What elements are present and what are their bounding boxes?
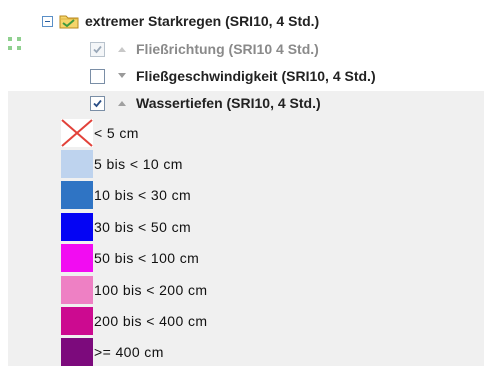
drag-handle-icon[interactable] (8, 37, 22, 51)
legend-label: 100 bis < 200 cm (94, 282, 208, 298)
color-swatch (61, 150, 93, 178)
collapse-minus-icon[interactable] (42, 15, 53, 27)
layer-label: Wassertiefen (SRI10, 4 Std.) (136, 95, 321, 111)
color-swatch (61, 213, 93, 241)
color-swatch (61, 338, 93, 366)
legend-item: 30 bis < 50 cm (61, 213, 191, 241)
color-swatch (61, 307, 93, 335)
layer-group-node[interactable]: extremer Starkregen (SRI10, 4 Std.) (42, 11, 319, 31)
folder-icon (59, 15, 79, 29)
legend-label: < 5 cm (94, 125, 139, 141)
layer-tree-panel: extremer Starkregen (SRI10, 4 Std.) Flie… (0, 0, 487, 366)
layer-checkbox[interactable] (90, 68, 105, 84)
legend-item: 50 bis < 100 cm (61, 244, 199, 272)
legend-label: 200 bis < 400 cm (94, 313, 208, 329)
layer-label: Fließgeschwindigkeit (SRI10, 4 Std.) (136, 68, 376, 84)
legend-label: 30 bis < 50 cm (94, 219, 192, 235)
legend-label: >= 400 cm (94, 344, 164, 360)
color-swatch (61, 244, 93, 272)
layer-label: Fließrichtung (SRI10 4 Std.) (136, 41, 319, 57)
legend-label: 10 bis < 30 cm (94, 187, 192, 203)
no-fill-x-icon (61, 119, 93, 147)
layer-item-fliessrichtung[interactable]: Fließrichtung (SRI10 4 Std.) (90, 39, 319, 59)
legend-item: < 5 cm (61, 119, 139, 147)
layer-item-wassertiefen[interactable]: Wassertiefen (SRI10, 4 Std.) (90, 93, 321, 113)
legend-item: 200 bis < 400 cm (61, 307, 207, 335)
color-swatch (61, 181, 93, 209)
legend-item: 100 bis < 200 cm (61, 276, 207, 304)
layer-checkbox[interactable] (90, 95, 105, 111)
legend-item: 10 bis < 30 cm (61, 181, 191, 209)
arrow-up-icon (118, 47, 126, 52)
legend-item: >= 400 cm (61, 338, 164, 366)
legend-label: 5 bis < 10 cm (94, 156, 183, 172)
arrow-down-icon (118, 73, 126, 78)
color-swatch (61, 276, 93, 304)
legend-item: 5 bis < 10 cm (61, 150, 183, 178)
group-label: extremer Starkregen (SRI10, 4 Std.) (85, 13, 320, 29)
arrow-up-icon (118, 101, 126, 106)
legend-label: 50 bis < 100 cm (94, 250, 200, 266)
layer-checkbox[interactable] (90, 41, 105, 57)
layer-item-fliessgeschwindigkeit[interactable]: Fließgeschwindigkeit (SRI10, 4 Std.) (90, 66, 376, 86)
